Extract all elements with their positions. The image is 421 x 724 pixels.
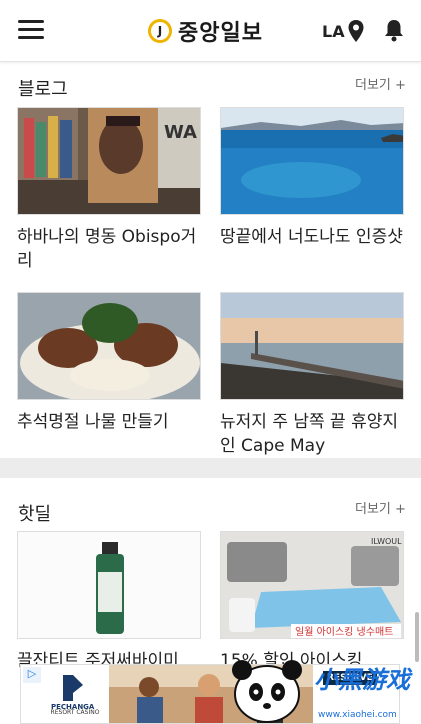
hotdeal-card-2[interactable]: 일월 아이스킹 냉수매트 ILWOUL 15% 할인 아이스킹 (220, 531, 404, 673)
logo-mark-icon: J (148, 19, 172, 43)
more-link-blog[interactable]: 더보기 + (355, 74, 406, 93)
blog-card-3-title: 추석명절 나물 만들기 (17, 412, 169, 432)
blog-card-3[interactable]: 추석명절 나물 만들기 (17, 292, 201, 434)
logo-text: 중앙일보 (178, 21, 263, 46)
noodle-dish-photo (17, 292, 201, 400)
region-selector[interactable]: LA (322, 22, 345, 41)
jetty-sunset-photo (220, 292, 404, 400)
ad-banner[interactable]: ▷ PECHANGA RESORT CASINO RESERVE (20, 664, 400, 724)
blog-card-1[interactable]: WA 하바나의 명동 Obispo거리 (17, 107, 201, 273)
hamburger-menu-icon[interactable] (18, 20, 44, 40)
mat-caption: 일월 아이스킹 냉수매트 (295, 626, 393, 638)
mat-brand: ILWOUL (371, 537, 402, 546)
section-title-hotdeal: 핫딜 (18, 504, 52, 525)
section-title-blog: 블로그 (18, 79, 68, 100)
more-link-hotdeal[interactable]: 더보기 + (355, 498, 406, 517)
cooling-mat-photo: 일월 아이스킹 냉수매트 ILWOUL (220, 531, 404, 639)
ad-reserve-text: RESERVE (323, 671, 377, 685)
ad-choices-icon[interactable]: ▷ (23, 667, 41, 683)
ocean-coast-photo (220, 107, 404, 215)
blog-card-4[interactable]: 뉴저지 주 남쪽 끝 휴양지인 Cape May (220, 292, 404, 458)
toner-bottle-photo (17, 531, 201, 639)
blog-card-2[interactable]: 땅끝에서 너도나도 인증샷 (220, 107, 404, 249)
app-logo[interactable]: J 중앙일보 (148, 16, 263, 46)
app-header: J 중앙일보 LA (0, 0, 421, 62)
section-divider (0, 458, 421, 478)
street-mural-photo: WA (17, 107, 201, 215)
svg-text:WA: WA (164, 122, 197, 143)
blog-card-4-title: 뉴저지 주 남쪽 끝 휴양지인 Cape May (220, 412, 399, 456)
location-pin-icon[interactable] (347, 19, 365, 43)
ad-people-photo (109, 665, 313, 723)
scrollbar[interactable] (415, 612, 419, 662)
blog-card-1-title: 하바나의 명동 Obispo거리 (17, 227, 197, 271)
ad-brand-sub: RESORT CASINO (50, 709, 100, 716)
notification-bell-icon[interactable] (383, 18, 405, 42)
hotdeal-card-1[interactable]: 끌잔티트 주저써바이미 (17, 531, 201, 673)
blog-card-2-title: 땅끝에서 너도나도 인증샷 (220, 227, 403, 247)
